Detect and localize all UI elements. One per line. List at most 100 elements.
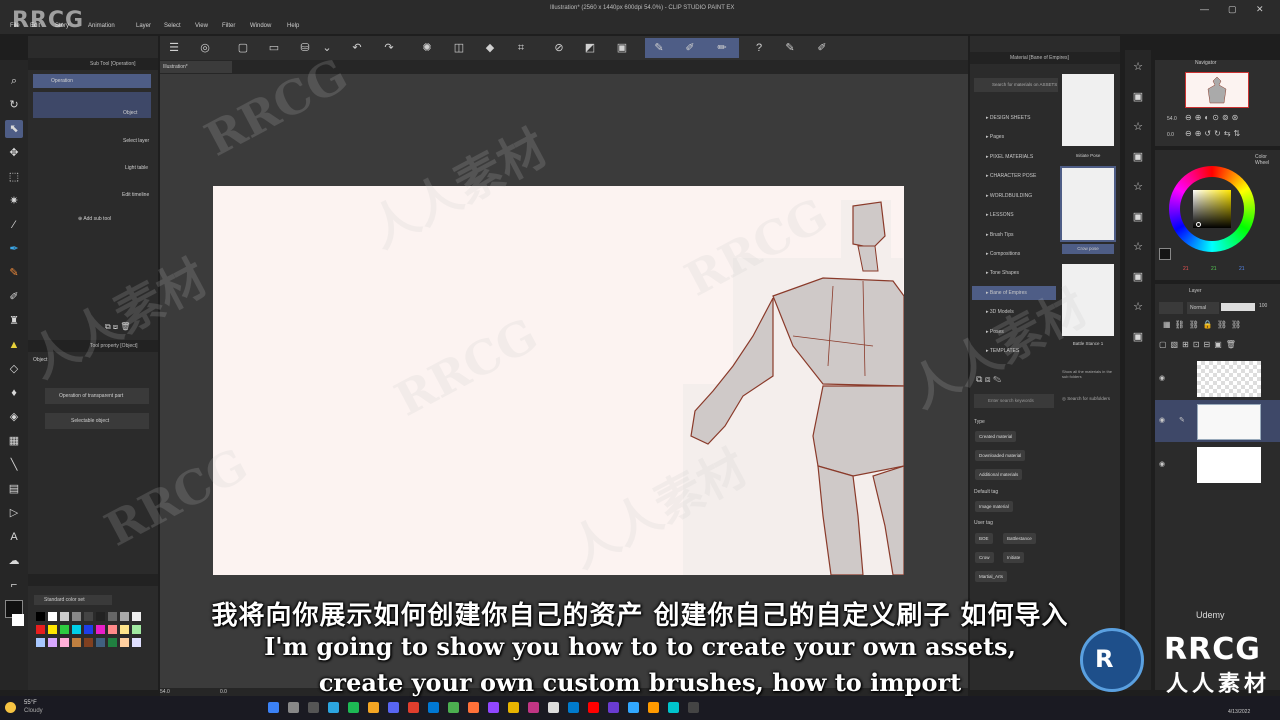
folder-pages[interactable]: ▸ Pages xyxy=(986,134,1004,140)
star-icon[interactable]: ☆ xyxy=(1129,118,1147,136)
tag-image-material[interactable]: Image material xyxy=(975,501,1013,512)
menu-help[interactable]: Help xyxy=(287,23,299,29)
material-action-icons[interactable]: ⧉ ⧈ ✎ xyxy=(976,374,1001,385)
taskview-icon[interactable] xyxy=(308,702,319,713)
opacity-slider[interactable] xyxy=(1221,303,1255,311)
document-tab[interactable]: Illustration* xyxy=(160,61,232,73)
selection-icon[interactable]: ⬚ xyxy=(5,168,23,186)
eyedropper-icon[interactable]: ⁄ xyxy=(5,216,23,234)
figure-icon[interactable]: ╲ xyxy=(5,456,23,474)
fill-icon[interactable]: ◈ xyxy=(5,408,23,426)
folder-pixel-materials[interactable]: ▸ PIXEL MATERIALS xyxy=(986,154,1033,160)
app-icon[interactable] xyxy=(488,702,499,713)
brush-icon[interactable]: ✐ xyxy=(5,288,23,306)
decoration-icon[interactable]: ▲ xyxy=(5,336,23,354)
layer-row-selected[interactable]: ◉ ✎ xyxy=(1155,400,1280,442)
menu-animation[interactable]: Animation xyxy=(88,23,115,29)
help-icon[interactable]: ? xyxy=(752,41,766,55)
sub-tool-object[interactable]: Object xyxy=(33,92,151,118)
zoom-icon[interactable]: ⌕ xyxy=(5,72,23,90)
text-icon[interactable]: A xyxy=(5,528,23,546)
redo-icon[interactable]: ↷ xyxy=(382,41,396,55)
assets-search-button[interactable]: Search for materials on ASSETS xyxy=(974,78,1058,92)
hue-ring[interactable] xyxy=(1169,166,1255,252)
menu-icon[interactable]: ☰ xyxy=(167,41,181,55)
search-icon[interactable] xyxy=(288,702,299,713)
folder-icon[interactable] xyxy=(368,702,379,713)
folder-worldbuilding[interactable]: ▸ WORLDBUILDING xyxy=(986,193,1032,199)
app-icon[interactable] xyxy=(568,702,579,713)
folder-3d-models[interactable]: ▸ 3D Models xyxy=(986,309,1014,315)
picture-icon[interactable]: ▣ xyxy=(1129,268,1147,286)
folder-compositions[interactable]: ▸ Compositions xyxy=(986,251,1020,257)
folder-character-pose[interactable]: ▸ CHARACTER POSE xyxy=(986,173,1036,179)
star-icon[interactable]: ☆ xyxy=(1129,298,1147,316)
tag-martial-arts[interactable]: Martial_Arts xyxy=(975,571,1008,582)
app-icon[interactable] xyxy=(388,702,399,713)
app-icon[interactable] xyxy=(528,702,539,713)
correct-line-icon[interactable]: ⌐ xyxy=(5,576,23,594)
app-icon[interactable] xyxy=(668,702,679,713)
transparent-part-dropdown[interactable]: Operation of transparent part xyxy=(45,388,149,404)
blend-icon[interactable]: ♦ xyxy=(5,384,23,402)
color-picker-handle[interactable] xyxy=(1196,222,1201,227)
auto-select-icon[interactable]: ✷ xyxy=(5,192,23,210)
weather-icon[interactable] xyxy=(5,702,16,713)
tag-crow[interactable]: Crow xyxy=(975,552,994,563)
app-icon[interactable] xyxy=(408,702,419,713)
app-icon[interactable] xyxy=(628,702,639,713)
undo-icon[interactable]: ↶ xyxy=(350,41,364,55)
keyword-search-input[interactable]: Enter search keywords xyxy=(974,394,1054,408)
app-icon[interactable] xyxy=(608,702,619,713)
airbrush-icon[interactable]: ♜ xyxy=(5,312,23,330)
blend-mode-dropdown[interactable]: Normal xyxy=(1187,302,1219,314)
folder-templates[interactable]: ▸ TEMPLATES xyxy=(986,348,1019,354)
picture-icon[interactable]: ▣ xyxy=(1129,208,1147,226)
star-icon[interactable]: ☆ xyxy=(1129,178,1147,196)
tag-additional-materials[interactable]: Additional materials xyxy=(975,469,1023,480)
rotate-view-icon[interactable]: ↻ xyxy=(5,96,23,114)
eye-icon[interactable]: ◉ xyxy=(1159,460,1165,468)
app-icon[interactable] xyxy=(468,702,479,713)
pen-stabilize-icon[interactable]: ✎ xyxy=(652,41,666,55)
app-icon[interactable] xyxy=(348,702,359,713)
app-icon[interactable] xyxy=(508,702,519,713)
star-icon[interactable]: ☆ xyxy=(1129,58,1147,76)
operation-icon[interactable]: ⬉ xyxy=(5,120,23,138)
pen-curve-icon[interactable]: ✐ xyxy=(683,41,697,55)
folder-lessons[interactable]: ▸ LESSONS xyxy=(986,212,1014,218)
app-icon[interactable] xyxy=(548,702,559,713)
navigator-zoom-controls[interactable]: ⊖⊕◐⊙⊚⊛ xyxy=(1185,113,1241,122)
maximize-button[interactable]: ▢ xyxy=(1228,4,1237,15)
material-thumb-crow[interactable] xyxy=(1060,166,1116,242)
folder-bane-of-empires[interactable]: ▸ Bane of Empires xyxy=(972,286,1056,300)
add-sub-tool-button[interactable]: ⊕ Add sub tool xyxy=(33,216,151,222)
chrome-icon[interactable] xyxy=(448,702,459,713)
loading-icon[interactable]: ✺ xyxy=(420,41,434,55)
folder-tone-shapes[interactable]: ▸ Tone Shapes xyxy=(986,270,1019,276)
tag-battlestance[interactable]: Battlestance xyxy=(1003,533,1036,544)
app-icon[interactable] xyxy=(648,702,659,713)
eye-icon[interactable]: ◉ xyxy=(1159,416,1165,424)
weather-temp[interactable]: 55°F xyxy=(24,700,37,706)
opacity-value[interactable]: 100 xyxy=(1259,303,1267,309)
deselect-icon[interactable]: ⊘ xyxy=(552,41,566,55)
picture-icon[interactable]: ▣ xyxy=(1129,328,1147,346)
sub-tool-select-layer[interactable]: Select layer xyxy=(33,122,151,146)
menu-layer[interactable]: Layer xyxy=(136,23,151,29)
brush-icon[interactable]: ✎ xyxy=(783,41,797,55)
eye-icon[interactable]: ◉ xyxy=(1159,374,1165,382)
selectable-object-dropdown[interactable]: Selectable object xyxy=(45,413,149,429)
save-icon[interactable]: ⛁ xyxy=(298,41,312,55)
menu-view[interactable]: View xyxy=(195,23,208,29)
pen-icon[interactable]: ✒ xyxy=(5,240,23,258)
eraser-brush-icon[interactable]: ✐ xyxy=(815,41,829,55)
folder-poses[interactable]: ▸ Poses xyxy=(986,329,1004,335)
fill-icon[interactable]: ◆ xyxy=(483,41,497,55)
navigator-rotate-controls[interactable]: ⊖⊕↺↻⇆⇅ xyxy=(1185,129,1243,138)
folder-brush-tips[interactable]: ▸ Brush Tips xyxy=(986,232,1014,238)
clear-icon[interactable]: ◫ xyxy=(452,41,466,55)
material-thumb-initiate[interactable] xyxy=(1062,74,1114,146)
layer-row[interactable]: ◉ xyxy=(1155,358,1280,398)
chevron-down-icon[interactable]: ⌄ xyxy=(320,41,334,55)
